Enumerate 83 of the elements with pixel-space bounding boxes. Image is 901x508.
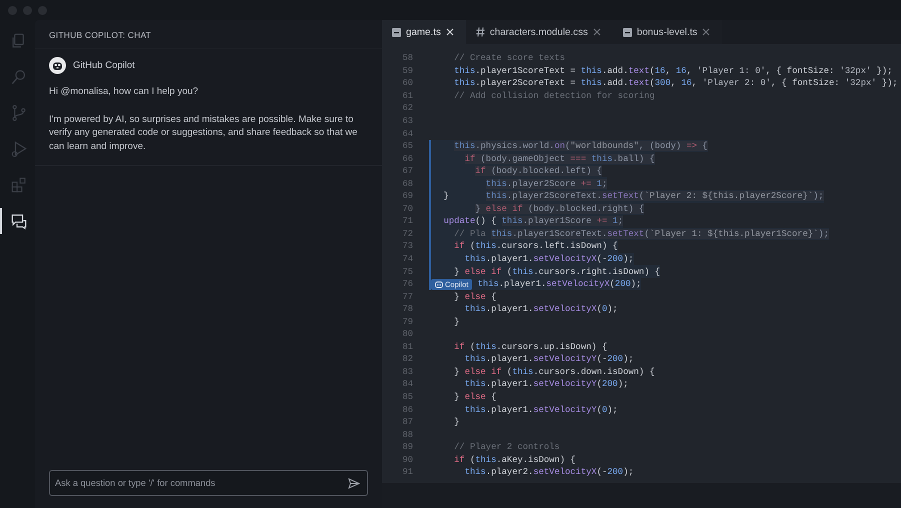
line-number: 70 [401, 204, 413, 214]
line-number: 59 [401, 66, 413, 76]
line-number: 65 [401, 141, 413, 152]
typescript-file-icon [622, 28, 632, 36]
code-text: } [442, 191, 449, 202]
code-text: this.player1.setVelocityY(0); [464, 404, 618, 415]
line-number: 80 [401, 329, 413, 340]
suggestion-text: if (body.gameObject === this.ball) { [464, 154, 655, 164]
suggestion-text: if (body.blocked.left) { [475, 166, 602, 176]
line-number: 74 [401, 254, 413, 264]
search-icon [10, 68, 28, 86]
hash-icon [476, 27, 485, 37]
line-number: 82 [401, 354, 413, 364]
suggestion-text: this.player2Score += 1; [486, 178, 608, 189]
line-number: 71 [401, 216, 413, 226]
line-number: 62 [401, 103, 413, 114]
line-number: 58 [401, 53, 413, 64]
suggestion-text: this.player1ScoreText.setText(`Player 1: ${this.player1Score}`); [491, 228, 829, 239]
code-text: } else { [453, 392, 496, 402]
chat-message: I'm powered by AI, so surprises and mistakes are possible. Make sure to verify any generated code or suggestions, and share feedback so that we can learn and improve. [49, 112, 358, 154]
code-text: this.player1.setVelocityY(-200); [464, 354, 634, 364]
code-text: } [453, 316, 460, 327]
code-text: // Player 2 controls [453, 442, 560, 452]
code-text: // Create score texts [453, 53, 565, 64]
code-text: this.player1ScoreText = this.add.text(16, 16, 'Player 1: 0', { fontSize: '32px' }); [453, 66, 892, 76]
line-number: 90 [401, 454, 413, 465]
suggestion-text: this.physics.world.on("worldbounds", (body) => { [454, 141, 708, 152]
line-number: 85 [401, 392, 413, 402]
code-text: if (this.cursors.left.isDown) { [453, 241, 618, 252]
chat-input-field[interactable]: Ask a question or type '/' for commands [49, 470, 368, 496]
line-number: 77 [401, 292, 413, 302]
line-number: 72 [401, 228, 413, 239]
extensions-icon [10, 176, 28, 194]
chat-icon [10, 212, 28, 230]
line-number: 76 [401, 279, 413, 290]
code-text: } else if (this.cursors.down.isDown) { [453, 366, 655, 377]
line-number: 84 [401, 379, 413, 390]
author-name: GitHub Copilot [73, 60, 135, 71]
line-number: 73 [401, 241, 413, 252]
line-number: 87 [401, 417, 413, 428]
code-text: update() { [442, 216, 496, 226]
line-number: 66 [401, 154, 413, 164]
branch-icon [10, 104, 28, 122]
send-icon[interactable] [348, 478, 360, 488]
editor-tab[interactable]: game.ts [382, 20, 466, 44]
line-number: 83 [401, 366, 413, 377]
copilot-avatar-icon [49, 57, 66, 74]
code-text: this.player2.setVelocityX(-200); [464, 467, 634, 478]
code-text: if (this.aKey.isDown) { [453, 454, 576, 465]
panel-title: GITHUB COPILOT: CHAT [48, 29, 152, 42]
chat-message: Hi @monalisa, how can I help you? [49, 85, 200, 99]
line-number: 75 [401, 266, 413, 277]
code-text: this.player1.setVelocityX(-200); [464, 254, 634, 264]
line-number: 89 [401, 442, 413, 452]
line-number: 63 [401, 116, 413, 126]
typescript-file-icon [392, 28, 401, 36]
code-text: } else if (this.cursors.right.isDown) { [453, 266, 660, 277]
code-text: this.player2ScoreText = this.add.text(300, 16, 'Player 2: 0', { fontSize: '32px' }); [453, 78, 898, 88]
line-number: 68 [401, 178, 413, 189]
code-text: this.player1.setVelocityX(200); [476, 279, 642, 290]
code-text: // Pla [453, 228, 486, 239]
line-number: 81 [401, 342, 413, 352]
line-number: 64 [401, 128, 413, 139]
code-text: // Add collision detection for scoring [453, 90, 655, 101]
line-number: 91 [401, 467, 413, 478]
line-number: 61 [401, 90, 413, 101]
copilot-icon [435, 280, 443, 288]
line-number: 67 [401, 166, 413, 176]
code-text: if (this.cursors.up.isDown) { [453, 342, 608, 352]
line-number: 60 [401, 78, 413, 88]
line-number: 78 [401, 304, 413, 314]
code-text: } else { [453, 292, 496, 302]
line-number: 79 [401, 316, 413, 327]
code-text: this.player1.setVelocityX(0); [464, 304, 618, 314]
suggestion-text: this.player2ScoreText.setText(`Player 2: ${this.player2Score}`); [486, 191, 824, 202]
code-text: this.player1.setVelocityY(200); [464, 379, 628, 390]
line-number: 86 [401, 404, 413, 415]
suggestion-text: } else if (body.blocked.right) { [475, 204, 644, 214]
code-text: } [453, 417, 460, 428]
run-debug-icon [10, 140, 28, 158]
line-number: 88 [401, 430, 413, 440]
suggestion-text: this.player1Score += 1; [502, 216, 624, 226]
line-number: 69 [401, 191, 413, 202]
